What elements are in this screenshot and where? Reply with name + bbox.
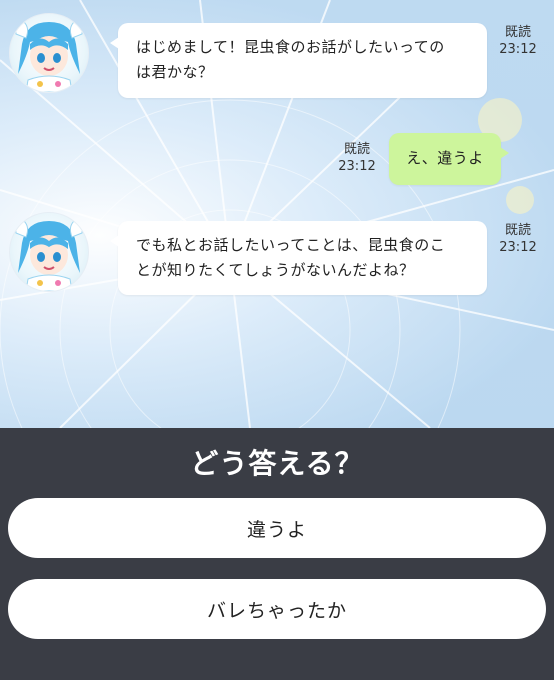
chat-area: はじめまして！昆虫食のお話がしたいっての は君かな？ 既読 23:12 既読 2… bbox=[0, 0, 554, 428]
message-meta: 既読 23:12 bbox=[332, 141, 382, 175]
message-meta: 既読 23:12 bbox=[492, 222, 544, 256]
answer-choice-button[interactable]: 違うよ bbox=[8, 498, 546, 558]
read-receipt: 既読 bbox=[343, 142, 370, 157]
message-meta: 既読 23:12 bbox=[492, 24, 544, 58]
message-bubble-character: でも私とお話したいってことは、昆虫食のこ とが知りたくてしょうがないんだよね？ bbox=[110, 221, 487, 295]
character-avatar-icon bbox=[15, 21, 83, 92]
message-timestamp: 23:12 bbox=[499, 42, 537, 57]
answer-choice-label: 違うよ bbox=[246, 518, 307, 541]
message-timestamp: 23:12 bbox=[338, 159, 376, 174]
answer-choice-button[interactable]: バレちゃったか bbox=[8, 579, 546, 639]
message-bubble-user: え、違うよ bbox=[389, 133, 509, 185]
character-avatar-icon bbox=[15, 220, 83, 291]
message-text: え、違うよ bbox=[406, 149, 484, 167]
answer-panel: どう答える？ 違うよ バレちゃったか bbox=[0, 428, 554, 680]
read-receipt: 既読 bbox=[504, 25, 531, 40]
message-text-line: とが知りたくてしょうがないんだよね？ bbox=[136, 261, 415, 279]
read-receipt: 既読 bbox=[504, 223, 531, 238]
message-text-line: は君かな？ bbox=[136, 63, 214, 81]
message-text-line: はじめまして！昆虫食のお話がしたいっての bbox=[136, 38, 445, 56]
message-timestamp: 23:12 bbox=[499, 240, 537, 255]
character-avatar[interactable] bbox=[9, 212, 89, 292]
message-bubble-character: はじめまして！昆虫食のお話がしたいっての は君かな？ bbox=[110, 23, 487, 98]
question-title: どう答える？ bbox=[190, 447, 364, 480]
message-text-line: でも私とお話したいってことは、昆虫食のこ bbox=[136, 236, 446, 254]
character-avatar[interactable] bbox=[9, 13, 89, 93]
answer-choice-label: バレちゃったか bbox=[206, 599, 347, 622]
